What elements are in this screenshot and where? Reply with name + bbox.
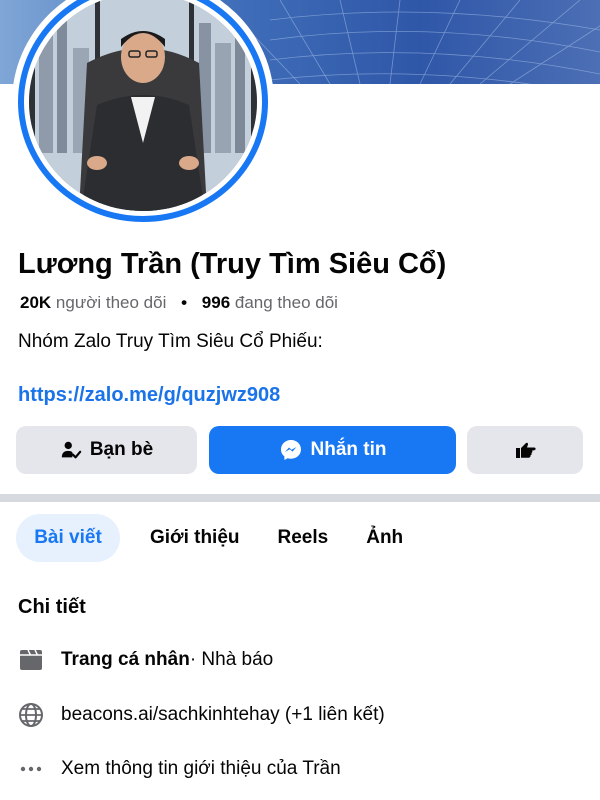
avatar-story-ring: [18, 0, 268, 222]
following-label[interactable]: đang theo dõi: [235, 293, 338, 312]
followers-label[interactable]: người theo dõi: [56, 293, 166, 312]
tab-about[interactable]: Giới thiệu: [134, 514, 256, 562]
friends-button-label: Bạn bè: [89, 439, 154, 460]
stats-separator: •: [181, 293, 188, 312]
detail-see-about: Xem thông tin giới thiệu của Trần: [61, 758, 341, 779]
detail-page-type: Trang cá nhân: [61, 649, 190, 670]
following-count[interactable]: 996: [202, 293, 230, 312]
follow-stats: 20K người theo dõi • 996 đang theo dõi: [20, 293, 338, 313]
section-divider: [0, 494, 600, 502]
hand-pointing-icon: [513, 439, 537, 461]
detail-row-see-about[interactable]: Xem thông tin giới thiệu của Trần: [18, 756, 341, 782]
profile-avatar[interactable]: [12, 0, 274, 228]
avatar-photo: [29, 0, 257, 211]
message-button[interactable]: Nhắn tin: [209, 426, 456, 474]
friends-button[interactable]: Bạn bè: [16, 426, 197, 474]
profile-tabs: Bài viết Giới thiệu Reels Ảnh: [16, 514, 419, 562]
page-flag-icon: [18, 647, 44, 673]
friend-check-icon: [60, 439, 82, 461]
globe-icon: [18, 702, 44, 728]
detail-category: · Nhà báo: [189, 649, 274, 670]
tab-posts[interactable]: Bài viết: [16, 514, 120, 562]
tab-photos[interactable]: Ảnh: [350, 514, 419, 562]
messenger-icon: [279, 438, 303, 462]
detail-row-page-type[interactable]: Trang cá nhân · Nhà báo: [18, 647, 273, 673]
details-title: Chi tiết: [18, 596, 86, 618]
profile-bio: Nhóm Zalo Truy Tìm Siêu Cổ Phiếu:: [18, 331, 323, 352]
more-dots-icon: [18, 756, 44, 782]
detail-row-website[interactable]: beacons.ai/sachkinhtehay (+1 liên kết): [18, 702, 385, 728]
profile-link[interactable]: https://zalo.me/g/quzjwz908: [18, 384, 280, 407]
profile-name: Lương Trần (Truy Tìm Siêu Cổ): [18, 248, 447, 280]
detail-website: beacons.ai/sachkinhtehay (+1 liên kết): [61, 704, 385, 725]
followers-count[interactable]: 20K: [20, 293, 51, 312]
message-button-label: Nhắn tin: [310, 439, 387, 460]
more-actions-button[interactable]: [467, 426, 583, 474]
avatar-image: [29, 0, 257, 211]
tab-reels[interactable]: Reels: [262, 514, 345, 562]
